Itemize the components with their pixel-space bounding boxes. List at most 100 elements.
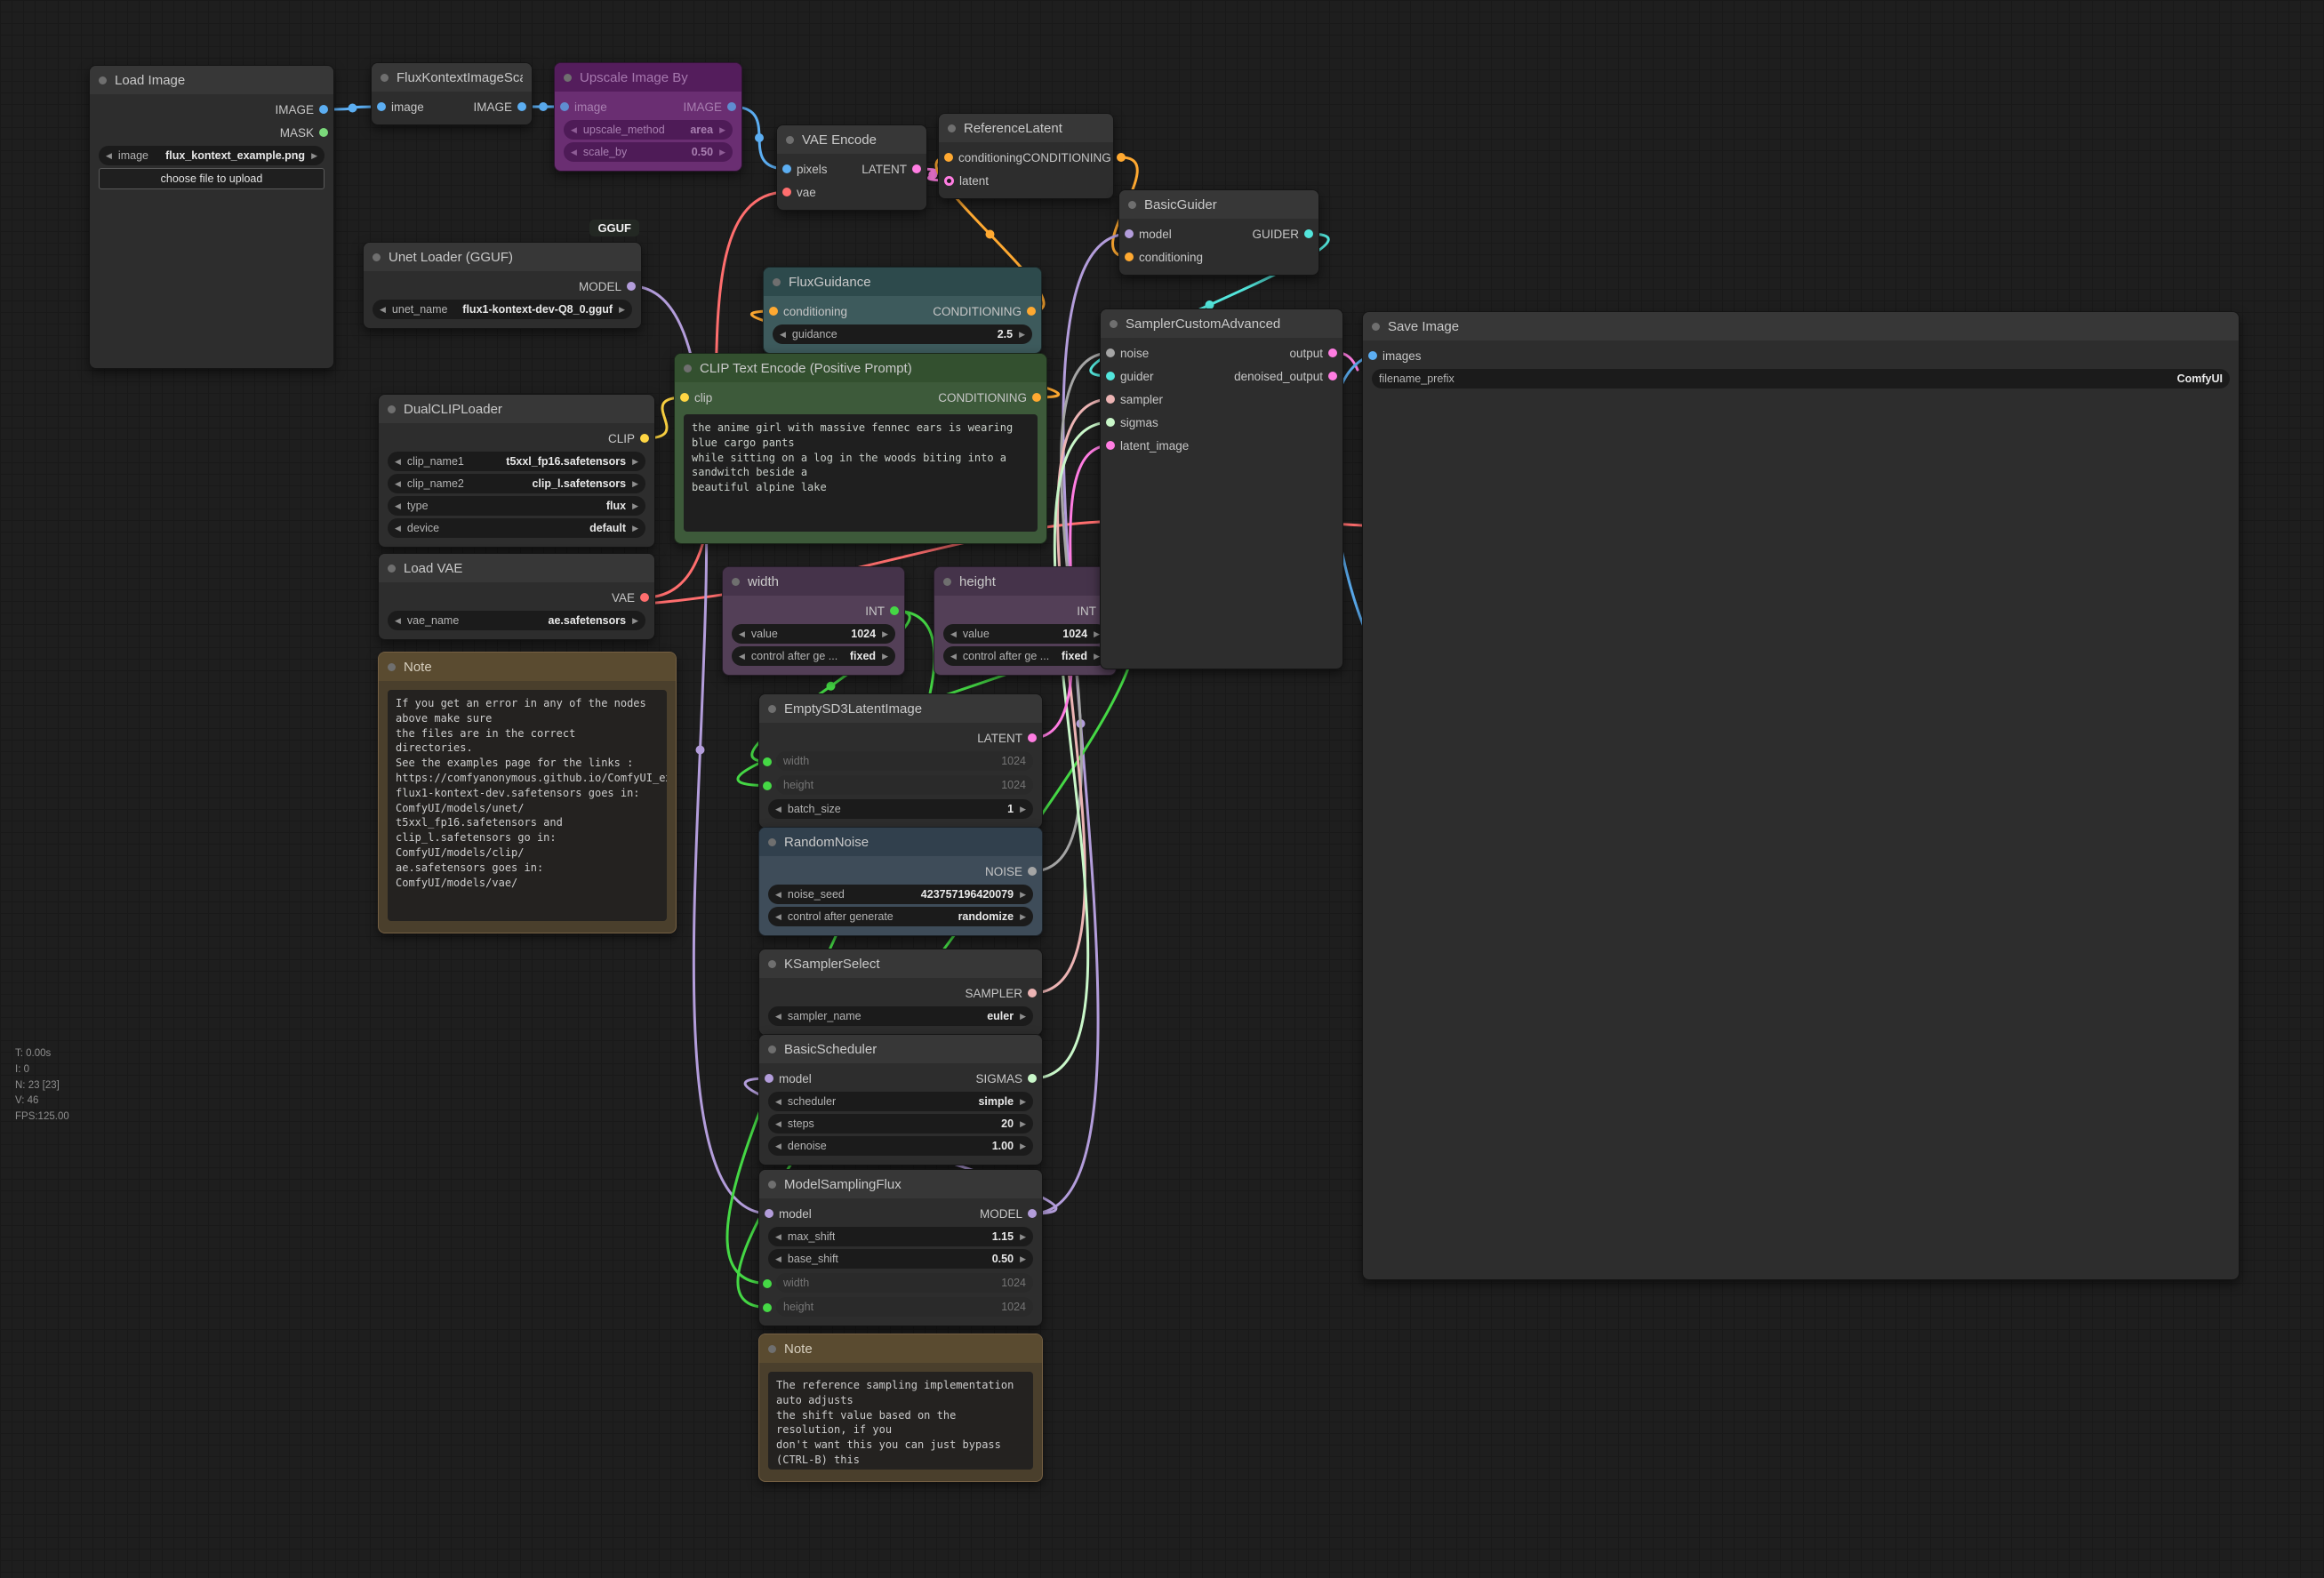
decrement-arrow-icon[interactable]: ◀ [775,1013,781,1021]
node-header[interactable]: Note [379,653,676,681]
increment-arrow-icon[interactable]: ▶ [632,480,638,488]
node-header[interactable]: RandomNoise [759,828,1042,856]
widget-clip-name1[interactable]: ◀clip_name1t5xxl_fp16.safetensors▶ [388,452,645,471]
widget-sampler-name[interactable]: ◀sampler_nameeuler▶ [768,1006,1033,1026]
node-header[interactable]: Unet Loader (GGUF) [364,243,641,271]
node-note2[interactable]: NoteThe reference sampling implementatio… [758,1334,1043,1482]
node-empty_sd3[interactable]: EmptySD3LatentImageLATENTwidth1024height… [758,693,1043,829]
node-upscale[interactable]: Upscale Image ByimageIMAGE◀upscale_metho… [554,62,742,172]
decrement-arrow-icon[interactable]: ◀ [775,913,781,921]
collapse-dot-icon[interactable] [1372,323,1380,331]
node-unet[interactable]: GGUFUnet Loader (GGUF)MODEL◀unet_nameflu… [363,242,642,329]
decrement-arrow-icon[interactable]: ◀ [775,1142,781,1150]
port-SIGMAS-icon[interactable] [1028,1074,1037,1083]
port-images-icon[interactable] [1368,351,1377,360]
port-IMAGE-icon[interactable] [517,102,526,111]
decrement-arrow-icon[interactable]: ◀ [395,480,401,488]
node-reference[interactable]: ReferenceLatentconditioningCONDITIONINGl… [938,113,1114,199]
node-vae_encode[interactable]: VAE EncodepixelsLATENTvae [776,124,927,211]
decrement-arrow-icon[interactable]: ◀ [780,331,786,339]
node-ksampler[interactable]: KSamplerSelectSAMPLER◀sampler_nameeuler▶ [758,949,1043,1036]
collapse-dot-icon[interactable] [373,253,381,261]
node-header[interactable]: VAE Encode [777,125,926,154]
widget-scheduler[interactable]: ◀schedulersimple▶ [768,1092,1033,1111]
port-INT-icon[interactable] [890,606,899,615]
port-clip-icon[interactable] [680,393,689,402]
node-header[interactable]: KSamplerSelect [759,949,1042,978]
widget-denoise[interactable]: ◀denoise1.00▶ [768,1136,1033,1156]
node-load_image[interactable]: Load ImageIMAGEMASK◀imageflux_kontext_ex… [89,65,334,369]
widget-base-shift[interactable]: ◀base_shift0.50▶ [768,1249,1033,1269]
widget-value[interactable]: ◀value1024▶ [732,624,895,644]
widget-guidance[interactable]: ◀guidance2.5▶ [773,324,1032,344]
node-note1[interactable]: NoteIf you get an error in any of the no… [378,652,677,933]
port-conditioning-icon[interactable] [1125,252,1134,261]
node-header[interactable]: height [934,567,1116,596]
port-height_in-icon[interactable] [763,781,772,790]
port-noise-icon[interactable] [1106,348,1115,357]
port-VAE-icon[interactable] [640,593,649,602]
widget-batch-size[interactable]: ◀batch_size1▶ [768,799,1033,819]
port-model-icon[interactable] [1125,229,1134,238]
decrement-arrow-icon[interactable]: ◀ [775,891,781,899]
decrement-arrow-icon[interactable]: ◀ [775,1120,781,1128]
increment-arrow-icon[interactable]: ▶ [1020,913,1026,921]
port-pixels-icon[interactable] [782,164,791,173]
collapse-dot-icon[interactable] [388,663,396,671]
increment-arrow-icon[interactable]: ▶ [1094,653,1100,661]
collapse-dot-icon[interactable] [768,1345,776,1353]
decrement-arrow-icon[interactable]: ◀ [395,617,401,625]
increment-arrow-icon[interactable]: ▶ [1020,891,1026,899]
port-latent-icon[interactable] [944,176,954,186]
decrement-arrow-icon[interactable]: ◀ [571,126,577,134]
increment-arrow-icon[interactable]: ▶ [619,306,625,314]
node-dual_clip[interactable]: DualCLIPLoaderCLIP◀clip_name1t5xxl_fp16.… [378,394,655,548]
node-header[interactable]: DualCLIPLoader [379,395,654,423]
port-sigmas-icon[interactable] [1106,418,1115,427]
widget-filename-prefix[interactable]: filename_prefixComfyUI [1372,369,2230,388]
node-header[interactable]: BasicGuider [1119,190,1318,219]
collapse-dot-icon[interactable] [948,124,956,132]
widget-vae-name[interactable]: ◀vae_nameae.safetensors▶ [388,611,645,630]
node-header[interactable]: Note [759,1334,1042,1363]
node-basic_guider[interactable]: BasicGuidermodelGUIDERconditioning [1118,189,1319,276]
decrement-arrow-icon[interactable]: ◀ [106,152,112,160]
decrement-arrow-icon[interactable]: ◀ [395,458,401,466]
increment-arrow-icon[interactable]: ▶ [1020,805,1026,813]
widget-image[interactable]: ◀imageflux_kontext_example.png▶ [99,146,325,165]
node-load_vae[interactable]: Load VAEVAE◀vae_nameae.safetensors▶ [378,553,655,640]
node-header[interactable]: Save Image [1363,312,2239,340]
port-width_in-icon[interactable] [763,757,772,766]
widget-steps[interactable]: ◀steps20▶ [768,1114,1033,1133]
port-output-icon[interactable] [1328,348,1337,357]
node-clip_encode[interactable]: CLIP Text Encode (Positive Prompt)clipCO… [674,353,1047,544]
node-header[interactable]: ModelSamplingFlux [759,1170,1042,1198]
node-header[interactable]: Load VAE [379,554,654,582]
node-header[interactable]: CLIP Text Encode (Positive Prompt) [675,354,1046,382]
port-CONDITIONING-icon[interactable] [1117,153,1126,162]
port-MASK-icon[interactable] [319,128,328,137]
widget-max-shift[interactable]: ◀max_shift1.15▶ [768,1227,1033,1246]
port-guider-icon[interactable] [1106,372,1115,380]
widget-clip-name2[interactable]: ◀clip_name2clip_l.safetensors▶ [388,474,645,493]
collapse-dot-icon[interactable] [684,364,692,372]
node-flux_scale[interactable]: FluxKontextImageScaleimageIMAGE [371,62,533,125]
port-image-icon[interactable] [560,102,569,111]
port-width_in-icon[interactable] [763,1279,772,1288]
node-height[interactable]: heightINT◀value1024▶◀control after ge ..… [934,566,1117,676]
widget-scale-by[interactable]: ◀scale_by0.50▶ [564,142,733,162]
node-header[interactable]: BasicScheduler [759,1035,1042,1063]
port-CLIP-icon[interactable] [640,434,649,443]
port-model-icon[interactable] [765,1074,773,1083]
decrement-arrow-icon[interactable]: ◀ [395,525,401,533]
node-model_sampling[interactable]: ModelSamplingFluxmodelMODEL◀max_shift1.1… [758,1169,1043,1326]
port-model-icon[interactable] [765,1209,773,1218]
decrement-arrow-icon[interactable]: ◀ [739,630,745,638]
increment-arrow-icon[interactable]: ▶ [632,617,638,625]
decrement-arrow-icon[interactable]: ◀ [775,1233,781,1241]
widget-control-after-ge-[interactable]: ◀control after ge ...fixed▶ [943,646,1107,666]
port-IMAGE-icon[interactable] [727,102,736,111]
node-header[interactable]: Upscale Image By [555,63,741,92]
increment-arrow-icon[interactable]: ▶ [1019,331,1025,339]
increment-arrow-icon[interactable]: ▶ [882,630,888,638]
